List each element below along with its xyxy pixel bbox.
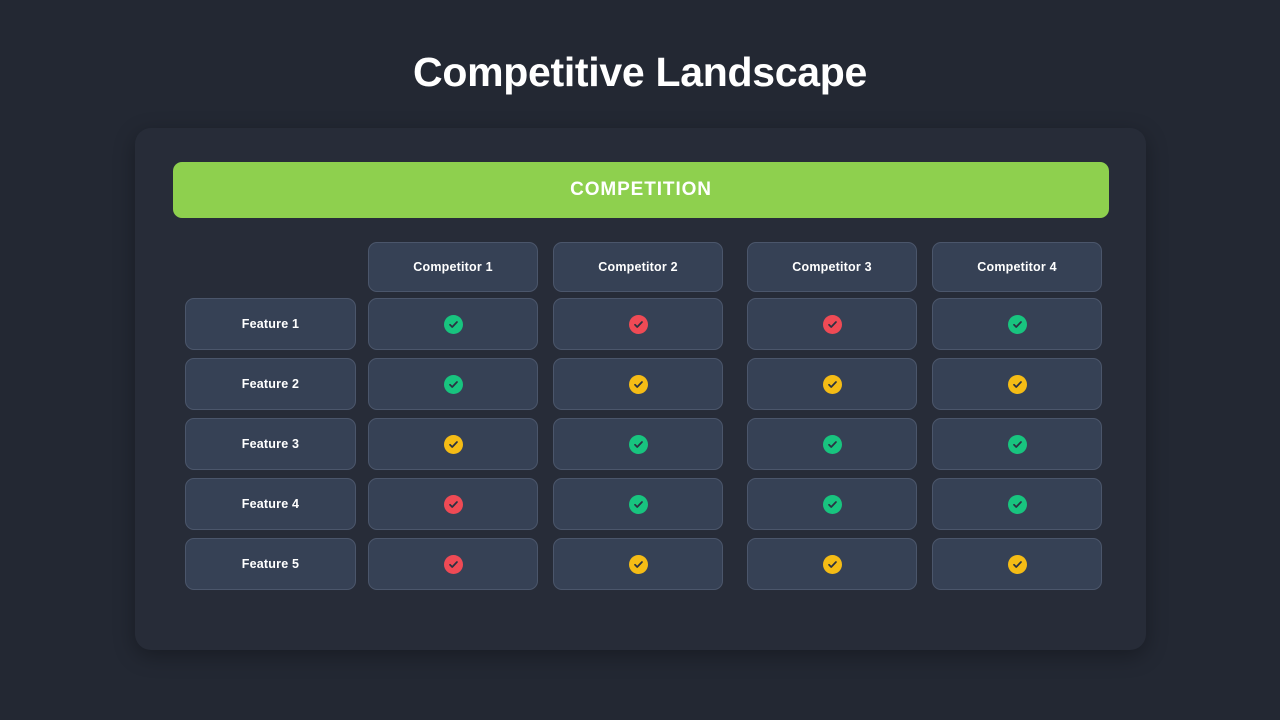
matrix-cell[interactable] [932, 298, 1102, 350]
matrix-cell[interactable] [553, 358, 723, 410]
matrix-header-row: Competitor 1 Competitor 2 Competitor 3 C… [185, 242, 1102, 292]
feature-label-cell[interactable]: Feature 4 [185, 478, 356, 530]
check-circle-icon [628, 374, 648, 394]
feature-label-cell[interactable]: Feature 5 [185, 538, 356, 590]
column-header-competitor-3[interactable]: Competitor 3 [747, 242, 917, 292]
matrix-cell[interactable] [747, 358, 917, 410]
feature-label: Feature 3 [241, 437, 300, 451]
matrix-cell[interactable] [747, 478, 917, 530]
check-circle-icon [1007, 314, 1027, 334]
check-circle-icon [1007, 434, 1027, 454]
check-circle-icon [443, 434, 463, 454]
matrix-cell[interactable] [368, 418, 538, 470]
matrix-cell[interactable] [747, 538, 917, 590]
column-header-label: Competitor 2 [598, 260, 678, 274]
check-circle-icon [443, 554, 463, 574]
check-circle-icon [443, 314, 463, 334]
comparison-matrix: Competitor 1 Competitor 2 Competitor 3 C… [185, 242, 1102, 598]
column-header-competitor-2[interactable]: Competitor 2 [553, 242, 723, 292]
matrix-cell[interactable] [747, 418, 917, 470]
check-circle-icon [822, 554, 842, 574]
column-header-label: Competitor 1 [413, 260, 493, 274]
matrix-body: Feature 1 Feature 2 Feature 3 Feature 4 Feat… [185, 298, 1102, 590]
check-circle-icon [822, 314, 842, 334]
column-header-competitor-4[interactable]: Competitor 4 [932, 242, 1102, 292]
feature-label: Feature 5 [241, 557, 300, 571]
feature-label-cell[interactable]: Feature 3 [185, 418, 356, 470]
matrix-cell[interactable] [747, 298, 917, 350]
check-circle-icon [1007, 554, 1027, 574]
check-circle-icon [822, 494, 842, 514]
check-circle-icon [443, 374, 463, 394]
matrix-cell[interactable] [553, 418, 723, 470]
matrix-cell[interactable] [553, 298, 723, 350]
check-circle-icon [628, 554, 648, 574]
check-circle-icon [1007, 494, 1027, 514]
feature-label-cell[interactable]: Feature 2 [185, 358, 356, 410]
check-circle-icon [628, 434, 648, 454]
check-circle-icon [628, 314, 648, 334]
feature-label: Feature 4 [241, 497, 300, 511]
matrix-cell[interactable] [553, 478, 723, 530]
matrix-row: Feature 3 [185, 418, 1102, 470]
check-circle-icon [1007, 374, 1027, 394]
feature-label-cell[interactable]: Feature 1 [185, 298, 356, 350]
matrix-cell[interactable] [553, 538, 723, 590]
feature-label: Feature 1 [241, 317, 300, 331]
check-circle-icon [443, 494, 463, 514]
matrix-cell[interactable] [932, 538, 1102, 590]
matrix-cell[interactable] [368, 298, 538, 350]
matrix-row: Feature 5 [185, 538, 1102, 590]
competition-banner: COMPETITION [173, 162, 1109, 218]
matrix-row: Feature 1 [185, 298, 1102, 350]
matrix-cell[interactable] [368, 478, 538, 530]
matrix-cell[interactable] [932, 478, 1102, 530]
matrix-cell[interactable] [932, 358, 1102, 410]
check-circle-icon [628, 494, 648, 514]
matrix-cell[interactable] [368, 538, 538, 590]
page-title: Competitive Landscape [413, 49, 867, 95]
check-circle-icon [822, 434, 842, 454]
competition-panel: COMPETITION Competitor 1 Competitor 2 Co… [135, 128, 1146, 650]
check-circle-icon [822, 374, 842, 394]
matrix-cell[interactable] [932, 418, 1102, 470]
column-header-competitor-1[interactable]: Competitor 1 [368, 242, 538, 292]
feature-label: Feature 2 [241, 377, 300, 391]
matrix-row: Feature 4 [185, 478, 1102, 530]
matrix-row: Feature 2 [185, 358, 1102, 410]
matrix-cell[interactable] [368, 358, 538, 410]
competition-banner-label: COMPETITION [570, 179, 712, 200]
matrix-corner-spacer [185, 242, 356, 292]
column-header-label: Competitor 4 [977, 260, 1057, 274]
slide-root: Competitive Landscape COMPETITION Compet… [0, 0, 1280, 720]
column-header-label: Competitor 3 [792, 260, 872, 274]
